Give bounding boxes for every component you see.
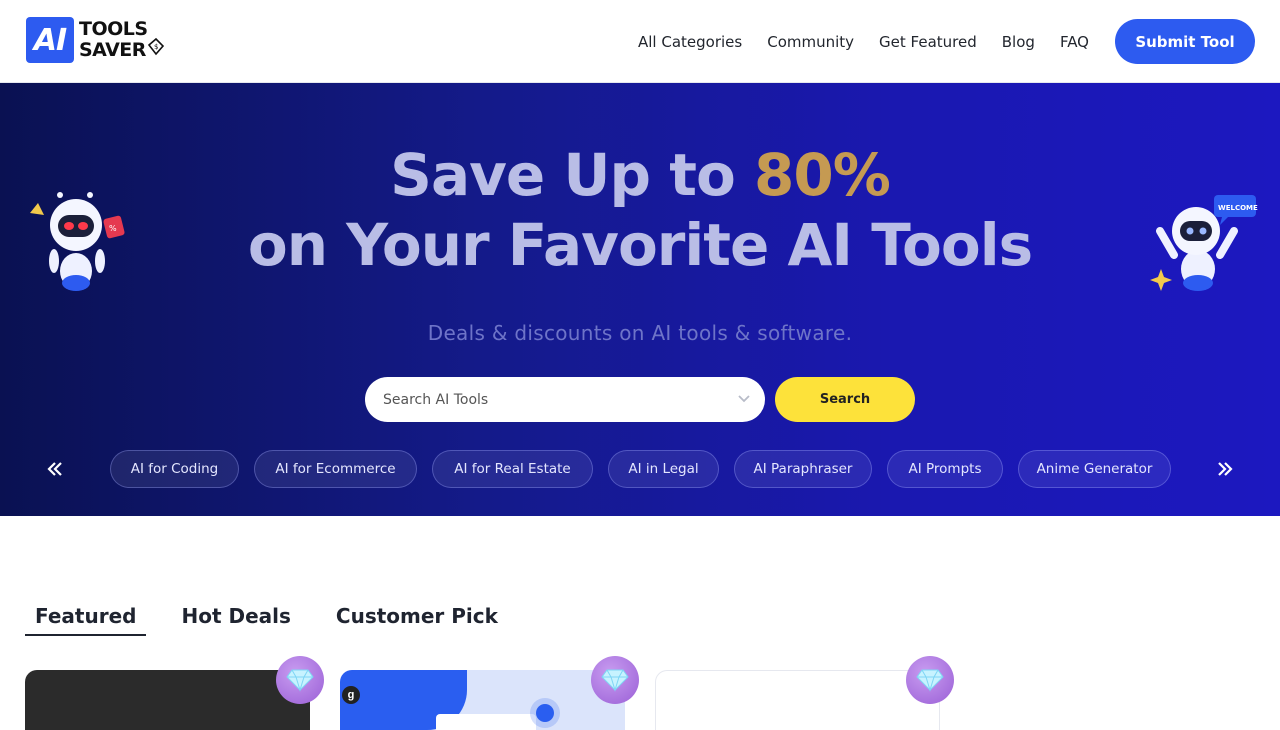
logo-wordmark: TOOLS SAVER	[79, 19, 148, 61]
chevron-down-icon[interactable]	[737, 391, 751, 405]
main-nav: All Categories Community Get Featured Bl…	[638, 19, 1255, 64]
logo-line-2: SAVER	[79, 39, 146, 61]
hero-title-prefix: Save Up to	[390, 141, 754, 209]
hero-section: % Save Up to 80% on Your Favorite AI Too…	[0, 83, 1280, 516]
category-pill[interactable]: AI for Coding	[110, 450, 239, 488]
diamond-icon	[276, 656, 324, 704]
nav-get-featured[interactable]: Get Featured	[879, 33, 977, 51]
welcome-sign-text: WELCOME	[1218, 204, 1258, 212]
hero-title-accent: 80%	[754, 141, 891, 209]
search-input[interactable]	[383, 391, 723, 408]
category-pill[interactable]: AI Prompts	[887, 450, 1003, 488]
nav-faq[interactable]: FAQ	[1060, 33, 1089, 51]
robot-welcome-illustration: WELCOME	[1150, 195, 1258, 291]
tab-customer-pick[interactable]: Customer Pick	[336, 604, 508, 636]
tool-card[interactable]	[655, 670, 940, 730]
category-pill[interactable]: AI Paraphraser	[734, 450, 872, 488]
hero-subtitle: Deals & discounts on AI tools & software…	[427, 321, 853, 345]
logo-line-1: TOOLS	[79, 18, 148, 40]
category-pill[interactable]: AI for Real Estate	[432, 450, 593, 488]
price-tag-icon: $	[147, 37, 165, 56]
card-thumbnail-panel	[436, 714, 536, 730]
search-field[interactable]	[365, 377, 765, 422]
microphone-icon	[536, 704, 554, 722]
nav-blog[interactable]: Blog	[1002, 33, 1035, 51]
tab-featured[interactable]: Featured	[25, 604, 147, 636]
double-chevron-left-icon[interactable]	[44, 458, 66, 480]
category-pill-list: AI for Coding AI for Ecommerce AI for Re…	[110, 450, 1186, 488]
nav-all-categories[interactable]: All Categories	[638, 33, 742, 51]
double-chevron-right-icon[interactable]	[1214, 458, 1236, 480]
hero-title-line-1: Save Up to 80%	[0, 141, 1280, 209]
g-logo-icon: g	[342, 686, 360, 704]
diamond-icon	[906, 656, 954, 704]
deal-tabs: Featured Hot Deals Customer Pick	[25, 604, 543, 636]
tool-card[interactable]: g	[340, 670, 625, 730]
site-logo[interactable]: AI TOOLS SAVER $	[26, 17, 165, 63]
hero-title-line-2: on Your Favorite AI Tools	[247, 211, 1033, 279]
nav-community[interactable]: Community	[767, 33, 854, 51]
category-pill[interactable]: AI in Legal	[608, 450, 719, 488]
category-pill[interactable]: Anime Generator	[1018, 450, 1171, 488]
search-button[interactable]: Search	[775, 377, 915, 422]
svg-text:$: $	[154, 43, 158, 51]
site-header: AI TOOLS SAVER $ All Categories Communit…	[0, 0, 1280, 83]
category-pill[interactable]: AI for Ecommerce	[254, 450, 417, 488]
tool-card[interactable]	[25, 670, 310, 730]
diamond-icon	[591, 656, 639, 704]
logo-badge: AI	[26, 17, 74, 63]
category-carousel: AI for Coding AI for Ecommerce AI for Re…	[0, 450, 1280, 488]
tab-hot-deals[interactable]: Hot Deals	[181, 604, 300, 636]
submit-tool-button[interactable]: Submit Tool	[1115, 19, 1255, 64]
